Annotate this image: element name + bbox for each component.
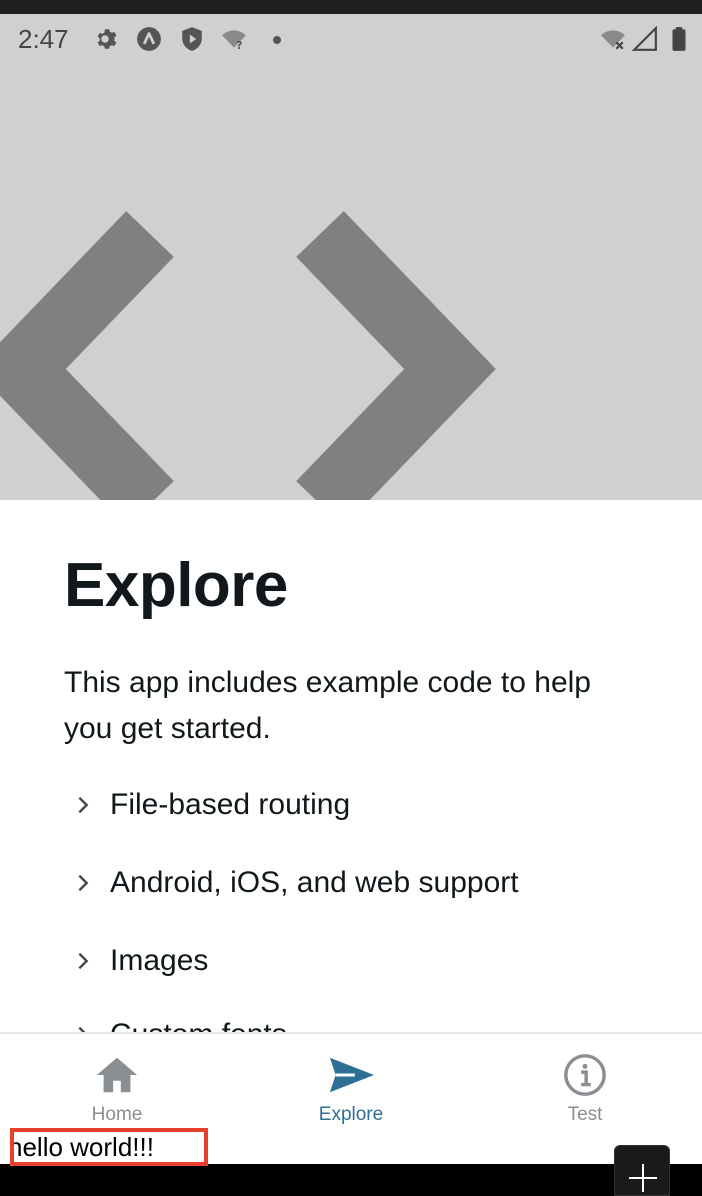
notification-dot: [273, 36, 281, 44]
collapsible-custom-fonts[interactable]: Custom fonts: [72, 1015, 287, 1032]
page-title: Explore: [64, 551, 288, 620]
device-top-frame: [0, 0, 702, 14]
header-image: [0, 64, 702, 500]
collapsible-file-based-routing[interactable]: File-based routing: [72, 785, 350, 825]
info-circle-icon: [564, 1054, 606, 1096]
collapsible-platform-support[interactable]: Android, iOS, and web support: [72, 863, 519, 903]
shield-play-icon: [182, 27, 202, 51]
collapsible-label: Images: [110, 944, 209, 977]
wifi-off-icon: [601, 30, 625, 50]
chevron-right-icon: [78, 1026, 86, 1032]
collapsible-label: Custom fonts: [110, 1018, 287, 1032]
tab-label: Test: [567, 1104, 603, 1125]
chevron-right-icon: [78, 796, 89, 814]
hello-world-overlay: hello world!!!: [10, 1128, 208, 1166]
code-brackets-icon: [0, 211, 496, 500]
house-icon: [96, 1057, 138, 1093]
tab-explore[interactable]: Explore: [234, 1034, 468, 1144]
battery-icon: [672, 27, 686, 51]
plus-icon: [629, 1164, 657, 1192]
svg-text:?: ?: [236, 39, 242, 52]
status-bar: 2:47 ?: [0, 14, 702, 64]
hello-world-text: hello world!!!: [10, 1132, 154, 1162]
settings-gear-icon: [97, 29, 117, 49]
status-time: 2:47: [18, 24, 69, 54]
wifi-question-icon: ?: [222, 30, 246, 52]
app-a-icon: [137, 27, 161, 51]
system-nav-bar: [0, 1164, 702, 1196]
collapsible-images[interactable]: Images: [72, 941, 208, 981]
tab-label: Home: [91, 1104, 143, 1125]
chevron-right-icon: [78, 874, 89, 892]
paper-plane-icon: [329, 1057, 374, 1093]
page-description: This app includes example code to help y…: [64, 666, 591, 745]
add-button[interactable]: [614, 1145, 670, 1196]
collapsible-label: File-based routing: [110, 788, 351, 821]
scroll-content[interactable]: Explore This app includes example code t…: [0, 500, 702, 1032]
tab-test[interactable]: Test: [468, 1034, 702, 1144]
chevron-right-icon: [78, 952, 89, 970]
collapsible-label: Android, iOS, and web support: [110, 866, 519, 899]
cell-signal-icon: [632, 26, 657, 51]
tab-label: Explore: [318, 1104, 384, 1125]
